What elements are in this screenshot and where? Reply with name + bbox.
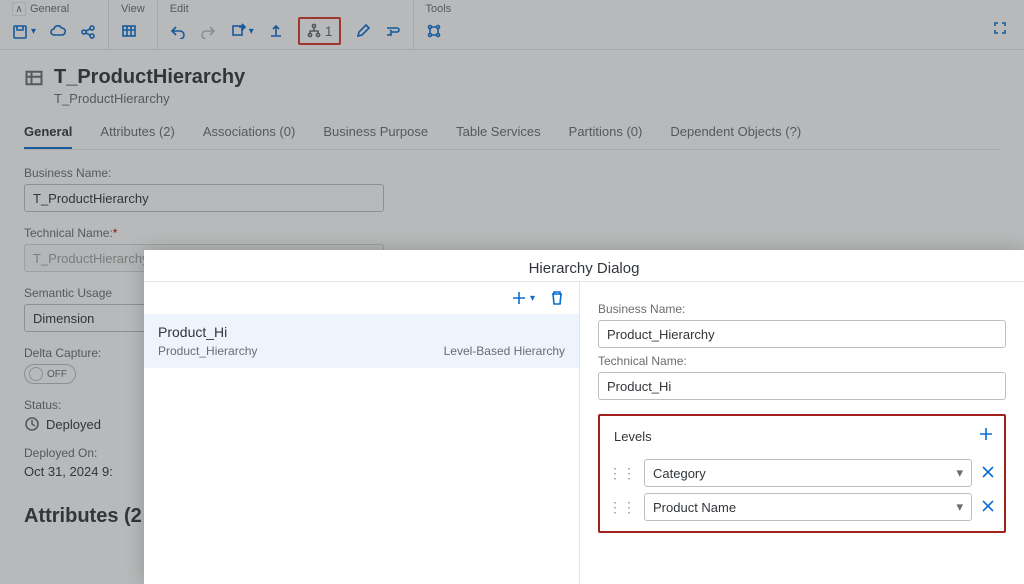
level-select[interactable]: Category ▾ — [644, 459, 972, 487]
hierarchy-item-type: Level-Based Hierarchy — [444, 344, 565, 358]
add-hierarchy-button[interactable]: ▾ — [511, 290, 535, 306]
dialog-left-pane: ▾ Product_Hi Product_Hierarchy Level-Bas… — [144, 281, 580, 584]
chevron-down-icon: ▾ — [956, 499, 963, 515]
level-row: ⋮⋮ Product Name ▾ — [608, 493, 996, 521]
drag-handle-icon[interactable]: ⋮⋮ — [608, 465, 636, 482]
remove-level-button[interactable] — [980, 464, 996, 483]
remove-level-button[interactable] — [980, 498, 996, 517]
plus-icon — [511, 290, 527, 306]
plus-icon — [978, 426, 994, 442]
hierarchy-item-secondary: Product_Hierarchy — [158, 344, 257, 358]
dialog-right-pane: Business Name: Product_Hierarchy Technic… — [580, 281, 1024, 584]
dlg-business-name-label: Business Name: — [598, 302, 1006, 316]
close-icon — [980, 464, 996, 480]
drag-handle-icon[interactable]: ⋮⋮ — [608, 499, 636, 516]
hierarchy-dialog: Hierarchy Dialog ▾ Product_Hi Product_H — [144, 250, 1024, 584]
chevron-down-icon: ▾ — [530, 293, 535, 304]
level-row: ⋮⋮ Category ▾ — [608, 459, 996, 487]
levels-title: Levels — [614, 429, 652, 444]
dlg-technical-name-field[interactable]: Product_Hi — [598, 372, 1006, 400]
dlg-business-name-field[interactable]: Product_Hierarchy — [598, 320, 1006, 348]
chevron-down-icon: ▾ — [956, 465, 963, 481]
delete-hierarchy-button[interactable] — [549, 290, 565, 306]
dialog-title: Hierarchy Dialog — [144, 250, 1024, 281]
hierarchy-list-item[interactable]: Product_Hi Product_Hierarchy Level-Based… — [144, 314, 579, 368]
add-level-button[interactable] — [978, 426, 994, 447]
dlg-technical-name-label: Technical Name: — [598, 354, 1006, 368]
hierarchy-item-name: Product_Hi — [158, 324, 565, 340]
level-select[interactable]: Product Name ▾ — [644, 493, 972, 521]
close-icon — [980, 498, 996, 514]
levels-highlight-box: Levels ⋮⋮ Category ▾ — [598, 414, 1006, 533]
trash-icon — [549, 290, 565, 306]
modal-scrim: Hierarchy Dialog ▾ Product_Hi Product_H — [0, 0, 1024, 584]
